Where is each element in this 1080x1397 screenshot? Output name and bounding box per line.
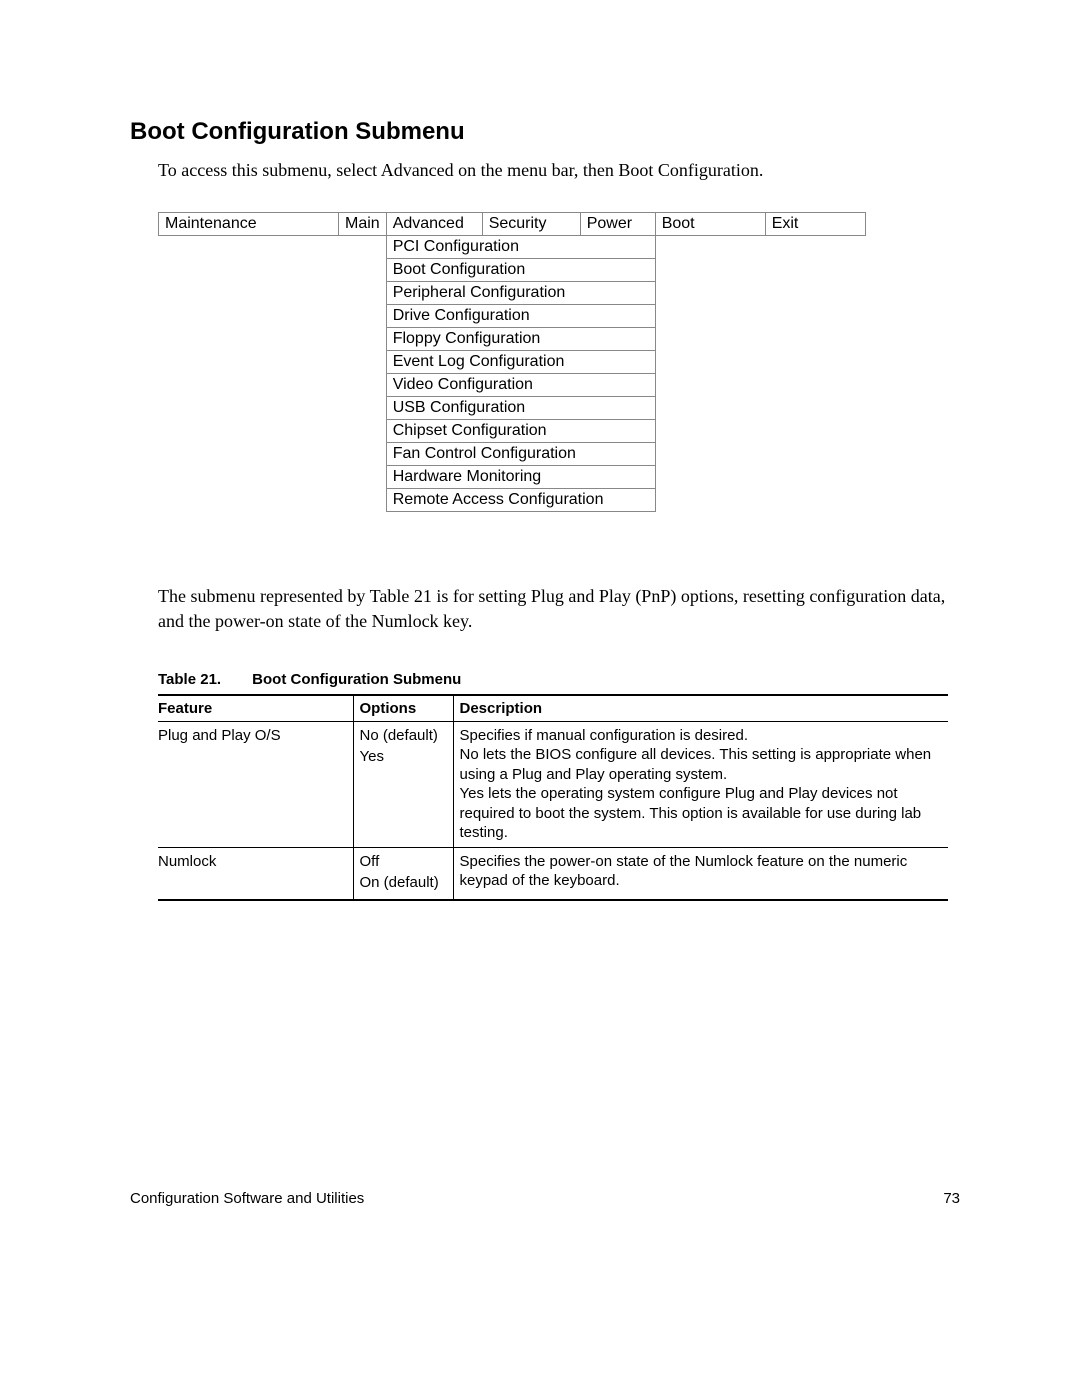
feature-cell: Numlock [158, 847, 353, 900]
submenu-item: Video Configuration [386, 374, 655, 397]
submenu-item: Peripheral Configuration [386, 282, 655, 305]
table-header-options: Options [353, 695, 453, 722]
menubar-item: Advanced [386, 213, 482, 236]
table-header-description: Description [453, 695, 948, 722]
description-cell: Specifies if manual configuration is des… [453, 721, 948, 847]
table-caption: Table 21. Boot Configuration Submenu [158, 671, 960, 688]
footer-left: Configuration Software and Utilities [130, 1190, 364, 1207]
table-header-feature: Feature [158, 695, 353, 722]
feature-table: Feature Options Description Plug and Pla… [158, 694, 948, 901]
submenu-item: Remote Access Configuration [386, 489, 655, 512]
bios-menu-table: MaintenanceMainAdvancedSecurityPowerBoot… [158, 212, 866, 512]
submenu-item: Boot Configuration [386, 259, 655, 282]
menubar-item: Power [580, 213, 655, 236]
table-number: Table 21. [158, 671, 248, 688]
menubar-item: Exit [765, 213, 865, 236]
submenu-item: USB Configuration [386, 397, 655, 420]
page-footer: Configuration Software and Utilities 73 [130, 1190, 960, 1207]
page-number: 73 [943, 1190, 960, 1207]
table-row: NumlockOffOn (default)Specifies the powe… [158, 847, 948, 900]
menubar-item: Main [339, 213, 387, 236]
description-cell: Specifies the power-on state of the Numl… [453, 847, 948, 900]
submenu-item: Drive Configuration [386, 305, 655, 328]
section-heading: Boot Configuration Submenu [130, 118, 960, 146]
submenu-item: Chipset Configuration [386, 420, 655, 443]
menubar-item: Maintenance [159, 213, 339, 236]
description-paragraph: The submenu represented by Table 21 is f… [158, 584, 960, 633]
table-title: Boot Configuration Submenu [252, 671, 461, 688]
table-row: Plug and Play O/SNo (default)YesSpecifie… [158, 721, 948, 847]
submenu-item: PCI Configuration [386, 236, 655, 259]
submenu-item: Hardware Monitoring [386, 466, 655, 489]
options-cell: No (default)Yes [353, 721, 453, 847]
intro-paragraph: To access this submenu, select Advanced … [158, 158, 960, 182]
feature-cell: Plug and Play O/S [158, 721, 353, 847]
submenu-item: Fan Control Configuration [386, 443, 655, 466]
submenu-item: Event Log Configuration [386, 351, 655, 374]
submenu-item: Floppy Configuration [386, 328, 655, 351]
options-cell: OffOn (default) [353, 847, 453, 900]
menubar-item: Boot [655, 213, 765, 236]
menubar-item: Security [482, 213, 580, 236]
